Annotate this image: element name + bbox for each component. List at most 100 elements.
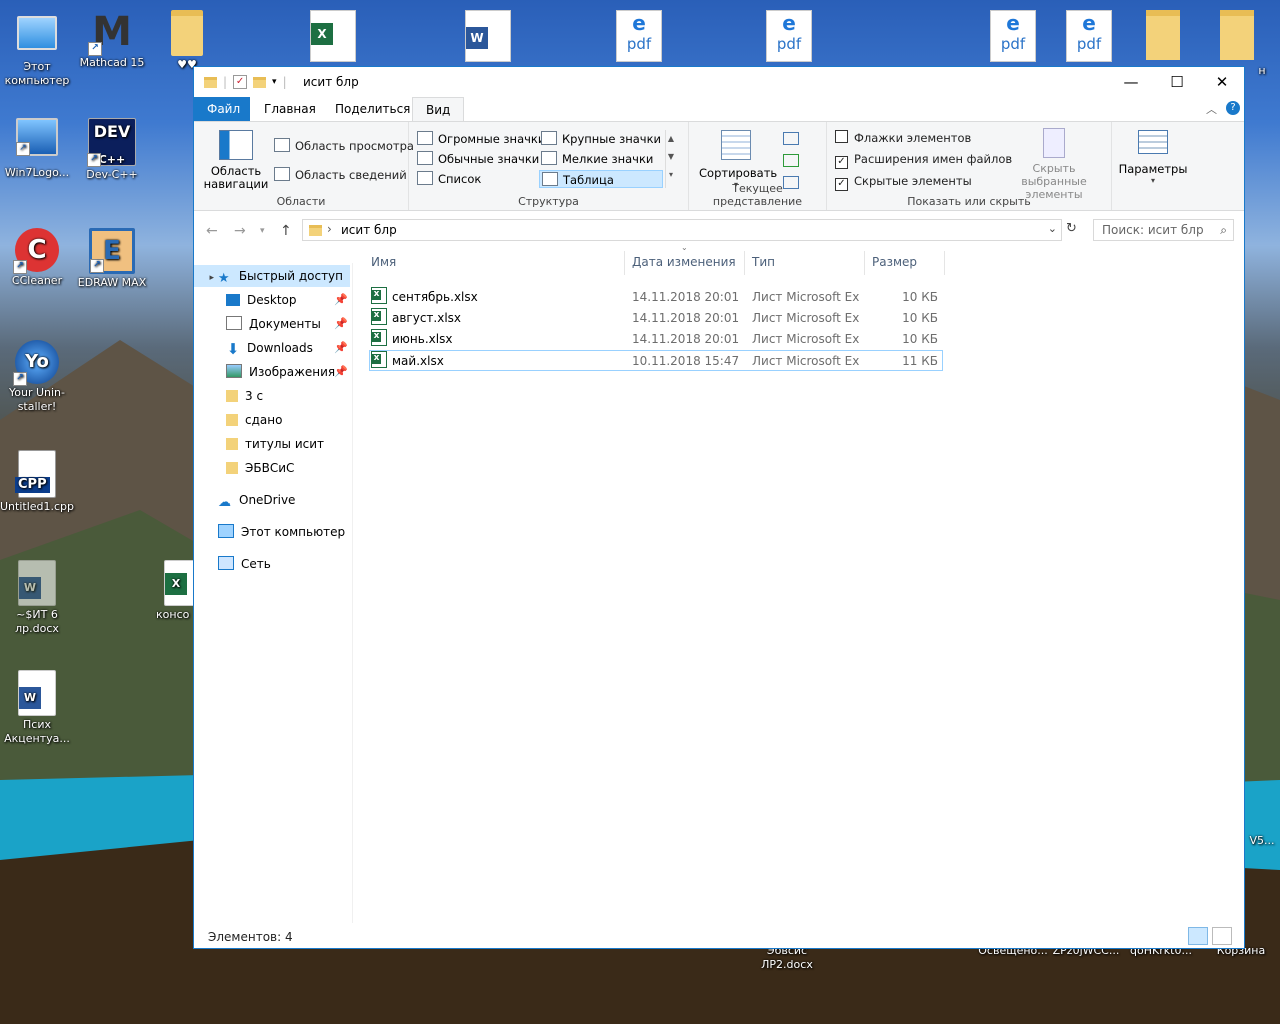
tab-home[interactable]: Главная	[251, 97, 329, 121]
table-row[interactable]: сентябрь.xlsx 14.11.2018 20:01 Лист Micr…	[369, 287, 943, 308]
item-checkboxes-toggle[interactable]: Флажки элементов	[835, 130, 971, 145]
column-divider[interactable]	[744, 251, 745, 275]
file-extensions-toggle[interactable]: ✓ Расширения имен файлов	[835, 152, 1012, 169]
desktop-icon-psych-doc[interactable]: W Псих Акцентуа...	[0, 670, 74, 746]
refresh-icon[interactable]: ↻	[1066, 221, 1077, 236]
nav-item-folder-tituly[interactable]: титулы исит	[226, 433, 324, 455]
nav-item-folder-ebvsis[interactable]: ЭБВСиС	[226, 457, 294, 479]
hide-selected-button[interactable]: Скрыть выбранные элементы	[999, 128, 1109, 201]
column-divider[interactable]	[624, 251, 625, 275]
desktop-pdf-file-icon[interactable]: e pdf	[616, 10, 662, 62]
options-button[interactable]: Параметры ▾	[1116, 130, 1190, 185]
column-header-size[interactable]: Размер	[872, 251, 917, 273]
pin-icon[interactable]: 📌	[334, 365, 348, 378]
large-icons-view-icon[interactable]	[1212, 927, 1232, 945]
file-date: 14.11.2018 20:01	[632, 332, 740, 346]
pin-icon[interactable]: 📌	[334, 317, 348, 330]
layout-small-icons[interactable]: Мелкие значки	[539, 150, 653, 168]
help-icon[interactable]: ?	[1226, 101, 1240, 115]
tab-file[interactable]: Файл	[194, 97, 250, 121]
desktop-icon-untitled-cpp[interactable]: CPP Untitled1.cpp	[0, 450, 74, 514]
table-row[interactable]: июнь.xlsx 14.11.2018 20:01 Лист Microsof…	[369, 329, 943, 350]
collapse-ribbon-icon[interactable]: ︿	[1206, 101, 1217, 117]
desktop-icon-this-pc[interactable]: Этот компьютер	[0, 10, 74, 88]
tab-share[interactable]: Поделиться	[322, 97, 423, 121]
column-divider[interactable]	[944, 251, 945, 275]
desktop-icon-ccleaner[interactable]: C ↗ CCleaner	[0, 228, 74, 288]
navigation-pane-button[interactable]: Область навигации	[200, 130, 272, 191]
desktop-pdf-file-icon[interactable]: e pdf	[766, 10, 812, 62]
hidden-items-toggle[interactable]: ✓ Скрытые элементы	[835, 174, 972, 191]
group-label: Показать или скрыть	[907, 195, 1031, 208]
layout-list[interactable]: Список	[415, 170, 481, 188]
column-header-type[interactable]: Тип	[752, 251, 775, 273]
layout-medium-icons[interactable]: Обычные значки	[415, 150, 539, 168]
forward-arrow-icon[interactable]: →	[234, 223, 246, 239]
properties-icon[interactable]: ✓	[233, 75, 248, 89]
add-columns-icon[interactable]	[783, 154, 799, 167]
details-view-icon[interactable]	[1188, 927, 1208, 945]
close-button[interactable]: ✕	[1199, 67, 1245, 97]
desktop-word-file-icon[interactable]: W	[465, 10, 511, 62]
desktop-icon-uninstaller[interactable]: Yo ↗ Your Unin-staller!	[0, 340, 74, 414]
group-by-icon[interactable]	[783, 132, 799, 145]
desktop-icon-edraw[interactable]: E ↗ EDRAW MAX	[75, 228, 149, 290]
nav-item-desktop[interactable]: Desktop	[226, 289, 297, 311]
options-label: Параметры	[1118, 162, 1188, 176]
file-type: Лист Microsoft Ex	[752, 332, 860, 346]
desktop-icon-n[interactable]: н	[1244, 64, 1280, 78]
nav-item-folder-sdano[interactable]: сдано	[226, 409, 282, 431]
desktop-icon-v5[interactable]: V5...	[1244, 834, 1280, 848]
back-arrow-icon[interactable]: ←	[206, 223, 218, 239]
nav-item-downloads[interactable]: ⬇ Downloads	[226, 337, 313, 359]
breadcrumb-current[interactable]: исит блр	[341, 223, 397, 237]
new-folder-icon[interactable]	[253, 76, 267, 88]
nav-item-folder-3s[interactable]: 3 с	[226, 385, 263, 407]
address-box[interactable]: › исит блр ⌄	[302, 219, 1062, 241]
nav-label: Документы	[249, 317, 321, 331]
search-input[interactable]: Поиск: исит блр ⌕	[1093, 219, 1234, 241]
details-pane-button[interactable]: Область сведений	[274, 167, 407, 182]
layout-option-label: Таблица	[563, 173, 614, 187]
desktop-excel-file-icon[interactable]: X	[310, 10, 356, 62]
desktop-icon-win7logo[interactable]: ↗ Win7Logo...	[0, 118, 74, 180]
desktop-icon-folder-hearts[interactable]: ♥♥	[150, 10, 224, 72]
minimize-button[interactable]: —	[1108, 67, 1154, 97]
pane-divider[interactable]	[352, 263, 353, 923]
desktop-icon-mathcad[interactable]: M ↗ Mathcad 15	[75, 10, 149, 70]
pin-icon[interactable]: 📌	[334, 293, 348, 306]
layout-extra-large-icons[interactable]: Огромные значки	[415, 130, 545, 148]
up-arrow-icon[interactable]: ↑	[280, 223, 292, 239]
column-header-date[interactable]: Дата изменения	[632, 251, 736, 273]
layout-large-icons[interactable]: Крупные значки	[539, 130, 661, 148]
table-row-focused[interactable]: май.xlsx 10.11.2018 15:47 Лист Microsoft…	[369, 350, 943, 371]
maximize-button[interactable]: ☐	[1154, 67, 1200, 97]
nav-label: ЭБВСиС	[245, 461, 295, 475]
nav-quick-access[interactable]: ▸ ★ Быстрый доступ	[194, 265, 350, 287]
address-dropdown-icon[interactable]: ⌄	[1048, 222, 1057, 235]
recent-locations-icon[interactable]: ▾	[260, 226, 265, 236]
layout-option-icon	[541, 131, 557, 145]
pin-icon[interactable]: 📌	[334, 341, 348, 354]
nav-item-pictures[interactable]: Изображения	[226, 361, 335, 383]
nav-network[interactable]: Сеть	[218, 553, 271, 575]
desktop-pdf-file-icon[interactable]: e pdf	[1066, 10, 1112, 62]
nav-this-pc[interactable]: Этот компьютер	[218, 521, 345, 543]
table-row[interactable]: август.xlsx 14.11.2018 20:01 Лист Micros…	[369, 308, 943, 329]
layout-details[interactable]: Таблица	[539, 170, 663, 188]
desktop-folder-icon[interactable]	[1220, 10, 1254, 60]
tab-view[interactable]: Вид	[412, 97, 465, 122]
layout-scroll-icon[interactable]: ▲ ▼ ▾	[665, 130, 676, 188]
desktop-folder-icon[interactable]	[1146, 10, 1180, 60]
column-header-name[interactable]: Имя	[371, 251, 396, 273]
nav-onedrive[interactable]: ☁ OneDrive	[218, 489, 295, 511]
desktop-icon-temp-doc[interactable]: W ~$ИТ 6 лр.docx	[0, 560, 74, 636]
desktop-icon-console[interactable]: X консо	[150, 560, 194, 622]
preview-pane-button[interactable]: Область просмотра	[274, 138, 414, 153]
column-divider[interactable]	[864, 251, 865, 275]
nav-item-documents[interactable]: Документы	[226, 313, 321, 335]
desktop-icon-devcpp[interactable]: DEV C++ ↗ Dev-C++	[75, 118, 149, 182]
customize-toolbar-dropdown-icon[interactable]: ▾	[272, 77, 277, 87]
desktop-pdf-file-icon[interactable]: e pdf	[990, 10, 1036, 62]
sort-button[interactable]: Сортировать ▾	[699, 130, 777, 189]
